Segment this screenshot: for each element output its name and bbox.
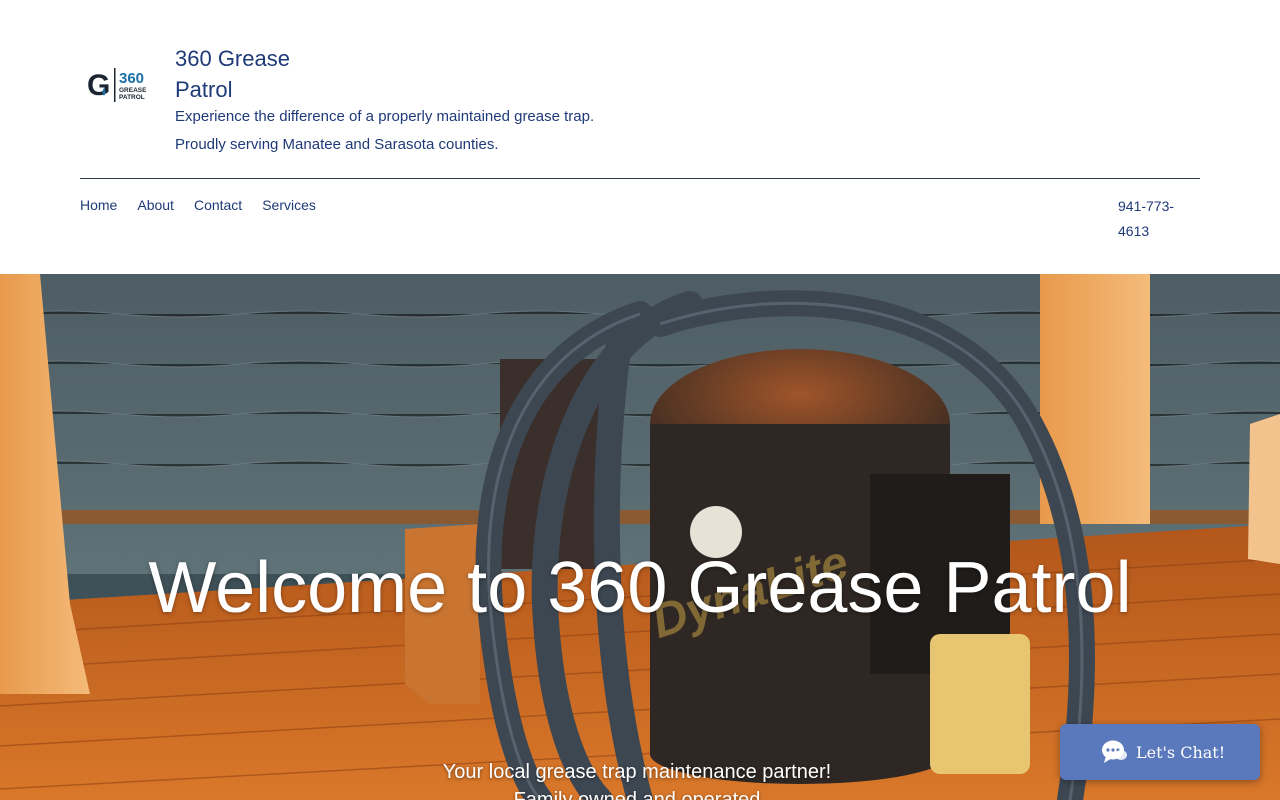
site-logo[interactable]: G 360 GREASE PATROL [86, 64, 154, 106]
svg-text:G: G [87, 69, 110, 102]
tagline-primary: Experience the difference of a properly … [175, 108, 595, 125]
tagline-service-area: Proudly serving Manatee and Sarasota cou… [175, 136, 499, 153]
header-divider [80, 178, 1200, 179]
nav-home[interactable]: Home [80, 196, 117, 214]
nav-about[interactable]: About [137, 196, 174, 214]
svg-text:GREASE: GREASE [119, 87, 147, 94]
main-nav: Home About Contact Services [80, 196, 316, 214]
nav-services[interactable]: Services [262, 196, 316, 214]
svg-text:PATROL: PATROL [119, 94, 145, 101]
chat-label: Let's Chat! [1136, 742, 1226, 762]
hero-background-image: DynaLite [0, 274, 1280, 800]
site-header: G 360 GREASE PATROL 360 Grease Patrol Ex… [0, 0, 1280, 274]
site-title[interactable]: 360 Grease Patrol [175, 43, 335, 105]
chat-bubble-icon [1102, 740, 1127, 763]
chat-button[interactable]: Let's Chat! [1060, 724, 1260, 780]
hero-section: DynaLite Welcome to 360 Grease Patrol Yo… [0, 274, 1280, 800]
nav-contact[interactable]: Contact [194, 196, 242, 214]
logo-number: 360 [119, 70, 144, 87]
phone-number[interactable]: 941-773-4613 [1118, 194, 1190, 244]
hero-title: Welcome to 360 Grease Patrol [148, 548, 1132, 628]
hero-subtitle-secondary: Family owned and operated [513, 789, 761, 800]
